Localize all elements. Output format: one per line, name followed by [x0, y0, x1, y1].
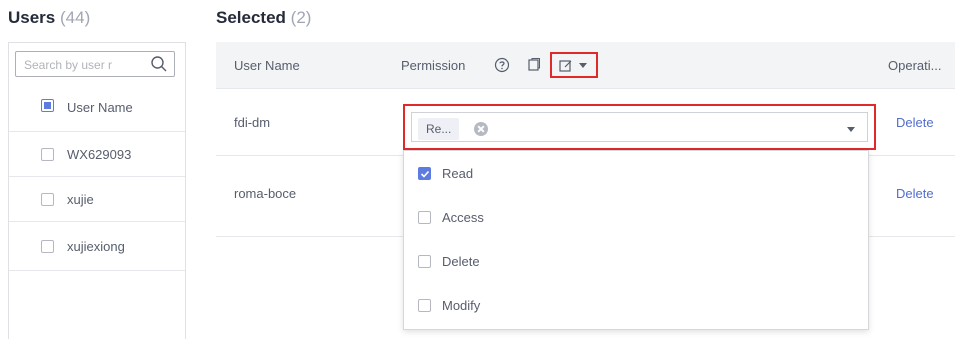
- search-icon[interactable]: [150, 55, 168, 73]
- list-item[interactable]: WX629093: [9, 132, 185, 177]
- user-name-header: User Name: [67, 100, 133, 115]
- users-title: Users (44): [8, 8, 90, 28]
- user-checkbox[interactable]: [41, 193, 54, 206]
- option-delete[interactable]: Delete: [404, 241, 868, 281]
- user-checkbox[interactable]: [41, 148, 54, 161]
- option-label: Access: [442, 210, 484, 225]
- option-access[interactable]: Access: [404, 197, 868, 237]
- column-operation: Operati...: [888, 58, 942, 73]
- user-checkbox[interactable]: [41, 240, 54, 253]
- users-list-header: User Name: [9, 83, 185, 132]
- chevron-down-icon: [579, 63, 587, 68]
- selected-count: (2): [290, 8, 312, 27]
- tag-close-icon[interactable]: [474, 122, 488, 136]
- permission-dropdown: Read Access Delete Modify: [403, 150, 869, 330]
- user-search-input[interactable]: Search by user r: [15, 51, 175, 77]
- row-user-name: fdi-dm: [234, 115, 271, 130]
- permission-select-field[interactable]: Re...: [411, 112, 868, 142]
- option-read[interactable]: Read: [404, 153, 868, 193]
- copy-icon[interactable]: [526, 57, 542, 73]
- option-checkbox[interactable]: [418, 255, 431, 268]
- user-name: xujiexiong: [67, 239, 125, 254]
- column-user-name: User Name: [234, 58, 300, 73]
- users-title-text: Users: [8, 8, 56, 27]
- search-placeholder: Search by user r: [24, 58, 113, 72]
- permission-select[interactable]: Re...: [403, 104, 876, 150]
- permission-tag: Re...: [418, 118, 460, 140]
- option-label: Delete: [442, 254, 480, 269]
- user-name: xujie: [67, 192, 94, 207]
- list-item[interactable]: xujie: [9, 177, 185, 222]
- batch-edit-button[interactable]: [550, 52, 598, 78]
- permission-tag-label: Re...: [426, 122, 452, 136]
- column-permission: Permission: [401, 58, 466, 73]
- option-modify[interactable]: Modify: [404, 285, 868, 325]
- row-user-name: roma-boce: [234, 186, 297, 201]
- delete-link[interactable]: Delete: [896, 186, 934, 201]
- option-label: Read: [442, 166, 474, 181]
- option-checkbox[interactable]: [418, 299, 431, 312]
- option-label: Modify: [442, 298, 481, 313]
- selected-title: Selected (2): [216, 8, 311, 28]
- delete-link[interactable]: Delete: [896, 115, 934, 130]
- help-icon[interactable]: [494, 57, 510, 73]
- users-list-panel: Search by user r User Name WX629093 xuji…: [8, 42, 186, 339]
- option-checkbox[interactable]: [418, 167, 431, 180]
- chevron-down-icon[interactable]: [847, 127, 855, 132]
- list-item[interactable]: xujiexiong: [9, 222, 185, 271]
- select-all-checkbox[interactable]: [41, 99, 54, 112]
- user-name: WX629093: [67, 147, 132, 162]
- batch-edit-icon: [559, 60, 572, 72]
- selected-title-text: Selected: [216, 8, 286, 27]
- users-count: (44): [60, 8, 91, 27]
- option-checkbox[interactable]: [418, 211, 431, 224]
